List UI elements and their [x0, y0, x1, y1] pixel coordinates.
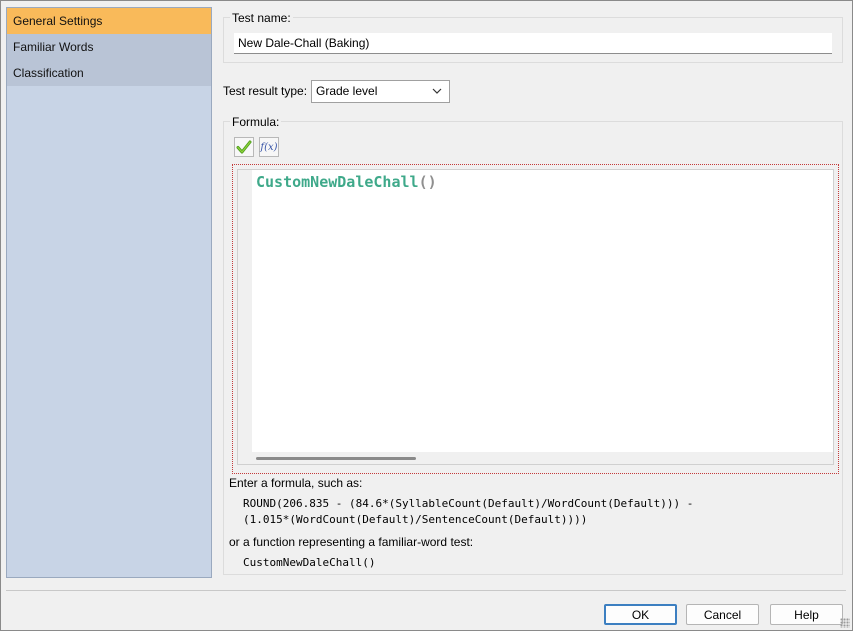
footer-separator: [6, 590, 846, 591]
sidebar: General Settings Familiar Words Classifi…: [6, 7, 212, 578]
formula-label: Formula:: [230, 115, 282, 129]
formula-example-line2: (1.015*(WordCount(Default)/SentenceCount…: [243, 513, 588, 526]
sidebar-item-familiar-words[interactable]: Familiar Words: [7, 34, 211, 60]
test-name-input[interactable]: [234, 33, 832, 54]
result-type-value: Grade level: [316, 84, 378, 98]
formula-example-line1: ROUND(206.835 - (84.6*(SyllableCount(Def…: [243, 497, 694, 510]
editor-horizontal-scrollbar[interactable]: [252, 452, 833, 464]
insert-function-button[interactable]: f(x): [259, 137, 279, 157]
function-icon: f(x): [260, 141, 278, 153]
formula-code-parens: (): [418, 173, 437, 191]
help-button[interactable]: Help: [770, 604, 843, 625]
chevron-down-icon: [432, 88, 442, 94]
validate-formula-button[interactable]: [234, 137, 254, 157]
sidebar-item-label: Classification: [13, 66, 84, 80]
resize-grip[interactable]: [840, 618, 850, 628]
formula-example-function: CustomNewDaleChall(): [243, 556, 376, 569]
ok-button[interactable]: OK: [604, 604, 677, 625]
formula-editor[interactable]: CustomNewDaleChall(): [237, 169, 834, 465]
sidebar-item-general-settings[interactable]: General Settings: [7, 8, 211, 34]
formula-hint-or: or a function representing a familiar-wo…: [229, 535, 474, 549]
editor-gutter: [238, 170, 252, 464]
result-type-label: Test result type:: [223, 84, 308, 98]
scrollbar-thumb[interactable]: [256, 457, 416, 460]
formula-code: CustomNewDaleChall(): [256, 173, 437, 191]
check-icon: [236, 140, 252, 154]
test-name-label: Test name:: [230, 11, 293, 25]
sidebar-item-label: General Settings: [13, 14, 103, 28]
result-type-select[interactable]: Grade level: [311, 80, 450, 103]
formula-hint-intro: Enter a formula, such as:: [229, 476, 363, 490]
sidebar-item-classification[interactable]: Classification: [7, 60, 211, 86]
formula-code-function: CustomNewDaleChall: [256, 173, 419, 191]
formula-editor-frame: CustomNewDaleChall(): [232, 164, 839, 474]
cancel-button[interactable]: Cancel: [686, 604, 759, 625]
sidebar-item-label: Familiar Words: [13, 40, 94, 54]
